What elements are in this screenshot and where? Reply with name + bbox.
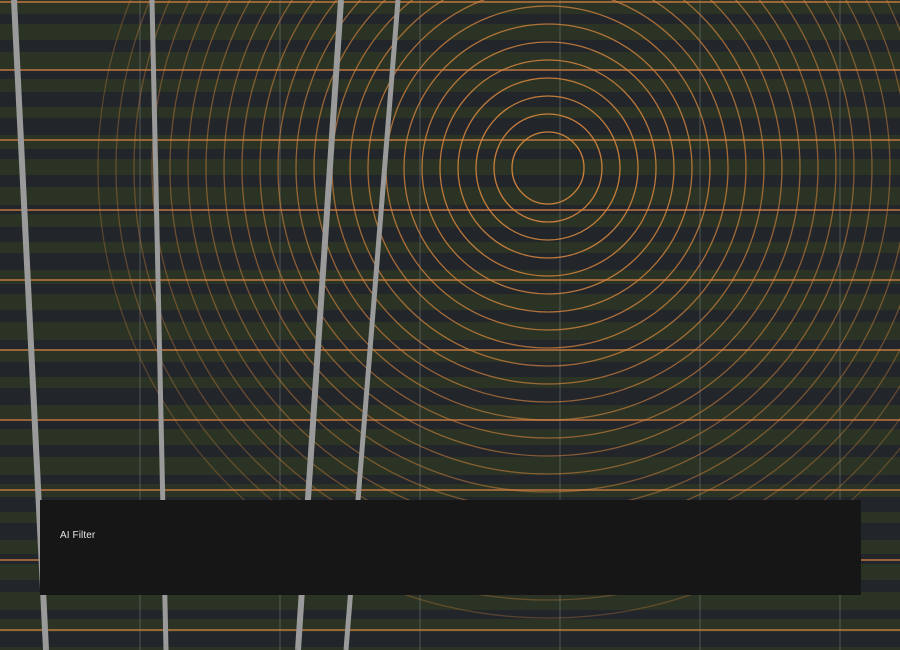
- bg-band: [0, 310, 900, 322]
- bg-band: [0, 214, 900, 227]
- bg-band: [0, 107, 900, 118]
- bg-band: [0, 270, 900, 284]
- bg-band: [0, 24, 900, 40]
- bg-band: [0, 388, 900, 405]
- bg-band: [0, 70, 900, 79]
- bg-band: [0, 159, 900, 175]
- bg-band: [0, 610, 900, 619]
- bg-band: [0, 227, 900, 242]
- bg-band: [0, 457, 900, 475]
- bg-band: [0, 405, 900, 419]
- bg-band: [0, 377, 900, 388]
- bg-band: [0, 632, 900, 647]
- bg-band: [0, 52, 900, 70]
- bg-band: [0, 14, 900, 24]
- ai-filter-panel[interactable]: AI Filter: [40, 500, 861, 595]
- bg-band: [0, 92, 900, 107]
- canvas-viewport: AI Filter: [0, 0, 900, 650]
- bg-band: [0, 362, 900, 377]
- bg-band: [0, 322, 900, 340]
- ai-filter-label: AI Filter: [60, 530, 96, 541]
- bg-band: [0, 429, 900, 445]
